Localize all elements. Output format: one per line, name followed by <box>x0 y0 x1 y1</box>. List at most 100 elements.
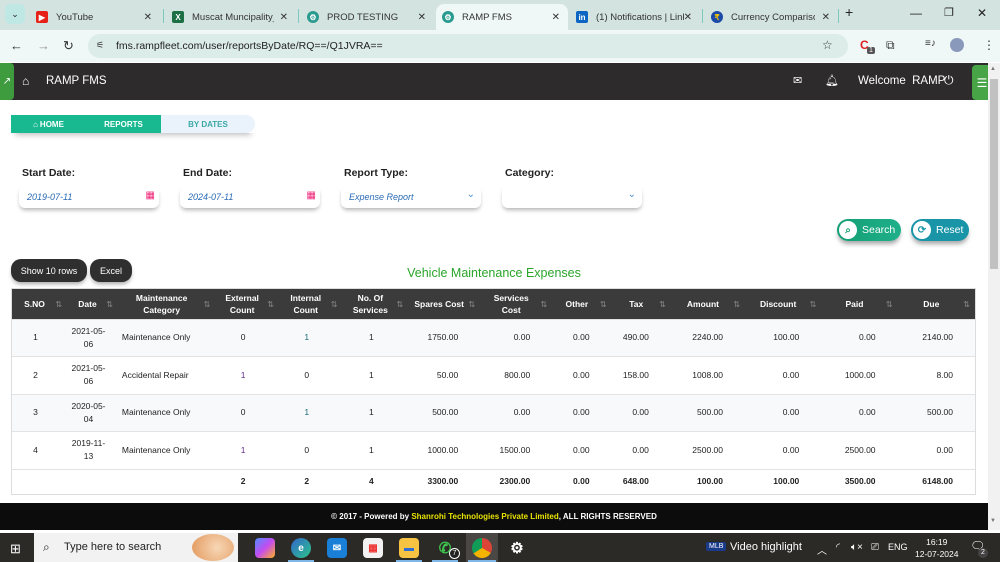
copilot-icon[interactable] <box>255 538 275 558</box>
sort-icon[interactable]: ⇅ <box>204 299 211 311</box>
breadcrumb: ⌂HOME REPORTS BY DATES <box>11 115 255 133</box>
start-date-input[interactable]: 2019-07-11 ▦ <box>19 186 159 208</box>
reload-icon[interactable]: ↻ <box>63 38 74 54</box>
scroll-up-icon[interactable]: ▲ <box>990 66 996 72</box>
total-cell: 2300.00 <box>480 469 552 494</box>
page-scrollbar[interactable]: ▲ ▼ <box>988 63 1000 530</box>
mail-icon[interactable]: ✉ <box>793 74 802 87</box>
menu-kebab-icon[interactable]: ⋮ <box>983 38 995 52</box>
edge-icon[interactable]: e <box>291 538 311 558</box>
settings-gear-icon[interactable]: ⚙ <box>507 538 527 558</box>
column-header[interactable]: Due⇅ <box>898 289 975 319</box>
brand-name[interactable]: RAMP FMS <box>46 75 107 87</box>
calendar-icon[interactable]: ▦ <box>307 190 316 201</box>
site-settings-icon[interactable]: ⚟ <box>96 40 104 51</box>
close-icon[interactable]: ✕ <box>552 12 560 23</box>
tab-currency[interactable]: ₹ Currency Comparison ✕ <box>705 4 838 30</box>
table-cell: 0 <box>279 432 343 470</box>
end-date-input[interactable]: 2024-07-11 ▦ <box>180 186 320 208</box>
speaker-muted-icon[interactable]: 🔈︎× <box>851 542 863 553</box>
media-controls-icon[interactable]: ≡♪ <box>925 38 936 49</box>
sort-icon[interactable]: ⇅ <box>541 299 548 311</box>
report-type-select[interactable]: Expense Report ⌄ <box>341 186 481 208</box>
system-clock[interactable]: 16:19 12-07-2024 <box>915 536 958 560</box>
restore-button[interactable]: ❐ <box>944 6 954 19</box>
bookmark-star-icon[interactable]: ☆ <box>822 38 833 52</box>
back-arrow-icon[interactable]: ← <box>10 38 23 53</box>
column-header[interactable]: Other⇅ <box>552 289 611 319</box>
minimize-button[interactable]: — <box>910 6 922 20</box>
tab-ramp-fms[interactable]: ⚙ RAMP FMS ✕ <box>436 4 568 30</box>
calendar-icon[interactable]: ▦ <box>146 190 155 201</box>
sort-icon[interactable]: ⇅ <box>886 299 893 311</box>
taskbar-search-box[interactable]: ⌕ Type here to search <box>34 533 238 562</box>
column-header[interactable]: Date⇅ <box>67 289 118 319</box>
chart-toggle-icon[interactable]: ↗ <box>0 63 14 100</box>
mail-app-icon[interactable]: ✉ <box>327 538 347 558</box>
table-cell: 2240.00 <box>671 319 745 357</box>
search-button[interactable]: ⌕ Search <box>837 219 901 241</box>
language-indicator[interactable]: ENG <box>888 542 908 552</box>
power-logout-icon[interactable]: ⏻ <box>944 73 954 88</box>
sort-icon[interactable]: ⇅ <box>810 299 817 311</box>
column-header[interactable]: Internal Count⇅ <box>279 289 343 319</box>
close-icon[interactable]: ✕ <box>418 12 426 23</box>
column-header[interactable]: S.NO⇅ <box>12 289 67 319</box>
sort-icon[interactable]: ⇅ <box>733 299 740 311</box>
table-cell: 1750.00 <box>408 319 480 357</box>
forward-arrow-icon[interactable]: → <box>37 38 50 53</box>
table-cell: 1000.00 <box>408 432 480 470</box>
puzzle-extensions-icon[interactable]: ⧉ <box>886 38 895 53</box>
column-header[interactable]: Services Cost⇅ <box>480 289 552 319</box>
column-header[interactable]: External Count⇅ <box>215 289 279 319</box>
breadcrumb-home[interactable]: ⌂HOME <box>11 115 86 133</box>
total-cell: 2 <box>279 469 343 494</box>
column-header[interactable]: Maintenance Category⇅ <box>118 289 215 319</box>
close-icon[interactable]: ✕ <box>822 12 830 23</box>
sort-icon[interactable]: ⇅ <box>469 299 476 311</box>
tab-linkedin[interactable]: in (1) Notifications | Link ✕ <box>570 4 700 30</box>
tab-prod-testing[interactable]: ⚙ PROD TESTING ✕ <box>301 4 434 30</box>
sort-icon[interactable]: ⇅ <box>106 299 113 311</box>
chrome-icon[interactable] <box>472 538 492 558</box>
column-header[interactable]: No. Of Services⇅ <box>343 289 409 319</box>
sort-icon[interactable]: ⇅ <box>396 299 403 311</box>
scroll-down-icon[interactable]: ▼ <box>990 518 996 524</box>
new-tab-button[interactable]: + <box>845 4 853 20</box>
scroll-thumb[interactable] <box>990 79 998 269</box>
column-header[interactable]: Paid⇅ <box>821 289 897 319</box>
close-window-button[interactable]: ✕ <box>977 6 987 20</box>
wifi-icon[interactable]: ◜ <box>836 542 840 553</box>
sort-icon[interactable]: ⇅ <box>600 299 607 311</box>
column-header[interactable]: Spares Cost⇅ <box>408 289 480 319</box>
close-icon[interactable]: ✕ <box>280 12 288 23</box>
tab-search-button[interactable]: ⌄ <box>5 4 25 24</box>
column-header[interactable]: Tax⇅ <box>612 289 671 319</box>
meet-now-icon[interactable]: ⎚ <box>871 542 879 553</box>
sort-icon[interactable]: ⇅ <box>331 299 338 311</box>
store-icon[interactable]: ▦ <box>363 538 383 558</box>
category-select[interactable]: ⌄ <box>502 186 642 208</box>
windows-start-icon[interactable]: ⊞ <box>10 541 21 557</box>
table-cell: 1 <box>343 357 409 395</box>
column-header[interactable]: Amount⇅ <box>671 289 745 319</box>
close-icon[interactable]: ✕ <box>684 12 692 23</box>
sort-icon[interactable]: ⇅ <box>267 299 274 311</box>
footer-company-link[interactable]: Shanrohi Technologies Private Limited <box>411 512 558 521</box>
file-explorer-icon[interactable]: ▬ <box>399 538 419 558</box>
address-bar[interactable]: ⚟ fms.rampfleet.com/user/reportsByDate/R… <box>88 34 848 58</box>
sort-icon[interactable]: ⇅ <box>659 299 666 311</box>
news-widget[interactable]: Video highlight <box>730 541 802 553</box>
profile-avatar-icon[interactable] <box>950 38 964 52</box>
tab-youtube[interactable]: ▶ YouTube ✕ <box>30 4 160 30</box>
tab-excel[interactable]: X Muscat Muncipality_R ✕ <box>166 4 296 30</box>
breadcrumb-reports[interactable]: REPORTS <box>86 115 161 133</box>
sort-icon[interactable]: ⇅ <box>963 299 970 311</box>
sort-icon[interactable]: ⇅ <box>55 299 62 311</box>
bell-icon[interactable]: 🔔︎ <box>825 74 839 87</box>
close-icon[interactable]: ✕ <box>144 12 152 23</box>
home-icon[interactable]: ⌂ <box>22 74 29 88</box>
reset-button[interactable]: ⟳ Reset <box>911 219 969 241</box>
column-header[interactable]: Discount⇅ <box>745 289 821 319</box>
chevron-up-icon[interactable]: ︿ <box>817 542 827 557</box>
